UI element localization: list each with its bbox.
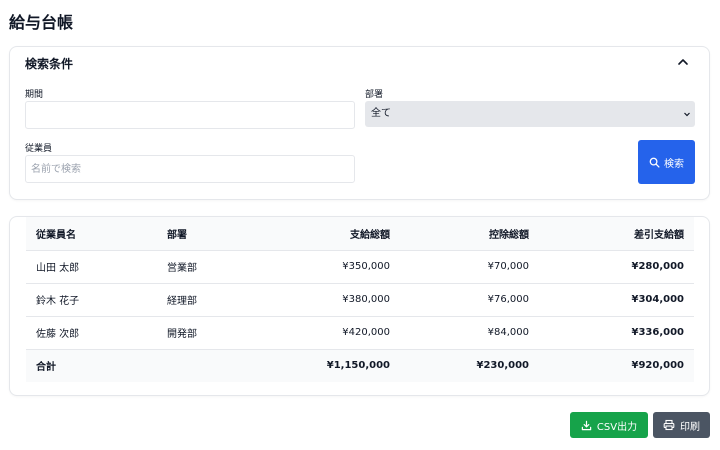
page-title: 給与台帳: [9, 13, 74, 32]
header-department: 部署: [157, 217, 262, 251]
search-panel: 検索条件 期間 部署 全て 従業員 検索: [9, 46, 710, 200]
period-label: 期間: [25, 90, 44, 100]
cell-name: 佐藤 次郎: [26, 316, 157, 350]
cell-deduction: ¥84,000: [400, 316, 539, 350]
cell-net: ¥336,000: [539, 316, 694, 350]
search-button[interactable]: 検索: [638, 140, 695, 184]
table-header-row: 従業員名 部署 支給総額 控除総額 差引支給額: [26, 217, 694, 251]
total-gross: ¥1,150,000: [262, 349, 400, 382]
payroll-table: 従業員名 部署 支給総額 控除総額 差引支給額 山田 太郎 営業部 ¥350,0…: [26, 217, 694, 382]
period-input[interactable]: [25, 101, 355, 129]
department-select[interactable]: 全て: [365, 101, 695, 127]
cell-department: 経理部: [157, 283, 262, 317]
table-row: 山田 太郎 営業部 ¥350,000 ¥70,000 ¥280,000: [26, 250, 694, 284]
header-employee-name: 従業員名: [26, 217, 157, 251]
table-row: 鈴木 花子 経理部 ¥380,000 ¥76,000 ¥304,000: [26, 283, 694, 317]
payroll-table-panel: 従業員名 部署 支給総額 控除総額 差引支給額 山田 太郎 営業部 ¥350,0…: [9, 216, 710, 396]
header-net: 差引支給額: [539, 217, 694, 251]
total-net: ¥920,000: [539, 349, 694, 382]
csv-export-label: CSV出力: [596, 421, 638, 433]
search-button-label: 検索: [664, 158, 684, 170]
download-icon: [581, 420, 592, 430]
cell-name: 鈴木 花子: [26, 283, 157, 317]
table-row: 佐藤 次郎 開発部 ¥420,000 ¥84,000 ¥336,000: [26, 316, 694, 350]
chevron-up-icon: [678, 59, 688, 65]
department-label: 部署: [365, 90, 384, 100]
cell-department: 開発部: [157, 316, 262, 350]
total-deduction: ¥230,000: [400, 349, 539, 382]
search-icon: [649, 157, 660, 168]
department-selected-value: 全て: [371, 108, 391, 119]
csv-export-button[interactable]: CSV出力: [570, 412, 648, 438]
print-button[interactable]: 印刷: [653, 412, 710, 438]
printer-icon: [663, 419, 675, 431]
cell-net: ¥280,000: [539, 250, 694, 284]
print-label: 印刷: [680, 421, 700, 433]
cell-net: ¥304,000: [539, 283, 694, 317]
cell-name: 山田 太郎: [26, 250, 157, 284]
chevron-down-icon: [684, 112, 690, 117]
employee-search-input[interactable]: [25, 155, 355, 183]
total-label: 合計: [26, 349, 157, 382]
table-total-row: 合計 ¥1,150,000 ¥230,000 ¥920,000: [26, 349, 694, 382]
header-gross: 支給総額: [262, 217, 400, 251]
total-empty-cell: [157, 349, 262, 382]
cell-deduction: ¥70,000: [400, 250, 539, 284]
search-panel-title: 検索条件: [25, 57, 74, 71]
cell-deduction: ¥76,000: [400, 283, 539, 317]
cell-department: 営業部: [157, 250, 262, 284]
cell-gross: ¥420,000: [262, 316, 400, 350]
cell-gross: ¥350,000: [262, 250, 400, 284]
employee-label: 従業員: [25, 144, 53, 154]
collapse-button[interactable]: [675, 54, 691, 70]
header-deduction: 控除総額: [400, 217, 539, 251]
cell-gross: ¥380,000: [262, 283, 400, 317]
